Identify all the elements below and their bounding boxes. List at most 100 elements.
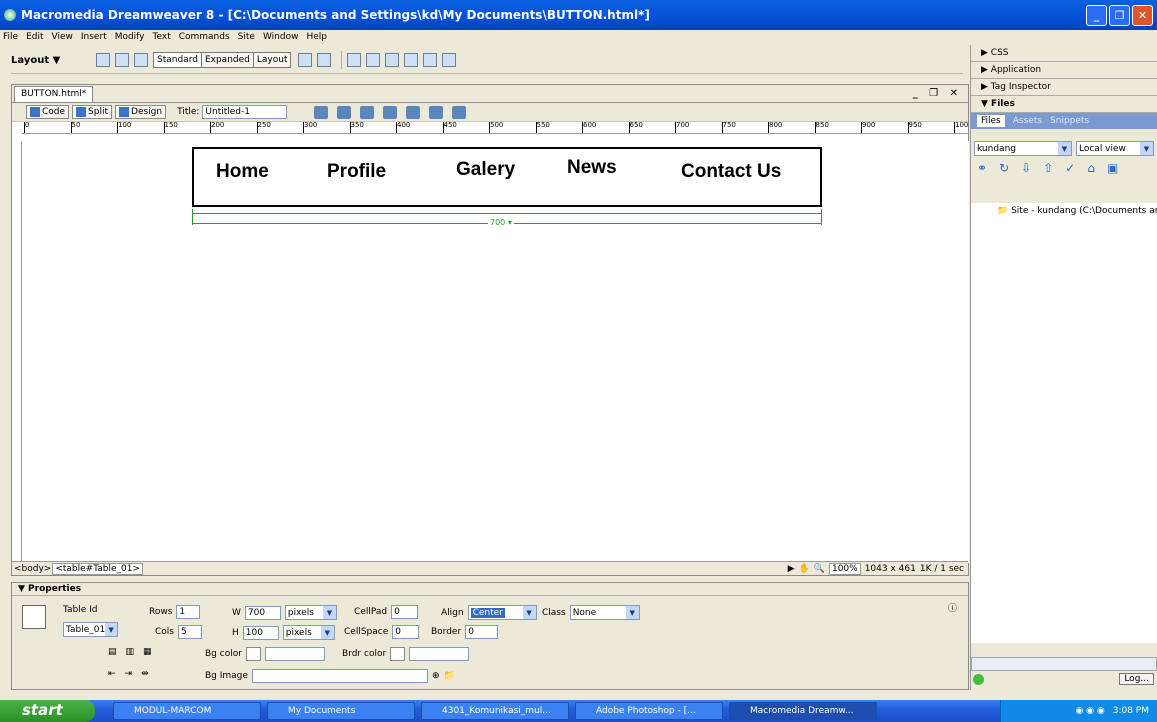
site-root-item[interactable]: 📁 Site - kundang (C:\Documents an bbox=[971, 203, 1157, 216]
nav-news[interactable]: News bbox=[567, 157, 617, 179]
file-management-icon[interactable] bbox=[337, 105, 352, 119]
cellspace-input[interactable]: 0 bbox=[392, 625, 420, 639]
menu-site[interactable]: Site bbox=[238, 32, 255, 42]
window-size[interactable]: 1043 x 461 bbox=[865, 564, 916, 574]
convert-to-percent-icon[interactable]: ⇤ bbox=[108, 669, 116, 679]
connect-icon[interactable]: ⚭ bbox=[977, 161, 987, 175]
cellpad-input[interactable]: 0 bbox=[391, 605, 419, 619]
insert-column-left-icon[interactable] bbox=[385, 53, 400, 67]
horizontal-scrollbar[interactable] bbox=[971, 657, 1157, 671]
design-canvas[interactable]: Home Profile Galery News Contact Us 700 … bbox=[23, 141, 969, 563]
layer-icon[interactable] bbox=[115, 53, 129, 67]
zoom-select[interactable]: 100% bbox=[828, 563, 861, 575]
panel-css[interactable]: ▶ CSS bbox=[971, 45, 1157, 62]
preview-browser-icon[interactable] bbox=[383, 105, 398, 119]
refresh-icon[interactable] bbox=[406, 105, 421, 119]
menu-edit[interactable]: Edit bbox=[26, 32, 43, 42]
nav-table[interactable]: Home Profile Galery News Contact Us bbox=[192, 147, 822, 207]
tab-snippets[interactable]: Snippets bbox=[1050, 116, 1089, 126]
clear-row-heights-icon[interactable]: ▤ bbox=[108, 647, 117, 657]
get-files-icon[interactable]: ⇩ bbox=[1021, 161, 1031, 175]
view-select[interactable]: Local view ▼ bbox=[1076, 141, 1154, 156]
refresh-icon[interactable]: ↻ bbox=[999, 161, 1009, 175]
menu-view[interactable]: View bbox=[52, 32, 73, 42]
title-input[interactable]: Untitled-1 bbox=[202, 105, 288, 119]
insert-row-above-icon[interactable] bbox=[347, 53, 362, 67]
insert-column-right-icon[interactable] bbox=[404, 53, 419, 67]
frames-icon[interactable] bbox=[134, 53, 148, 67]
view-options-icon[interactable] bbox=[429, 105, 444, 119]
mode-layout-button[interactable]: Layout bbox=[252, 52, 292, 68]
align-select[interactable]: Center ▼ bbox=[467, 605, 537, 620]
nav-home[interactable]: Home bbox=[216, 161, 269, 183]
clear-widths-icon[interactable]: ⇹ bbox=[141, 669, 149, 679]
mode-standard-button[interactable]: Standard bbox=[153, 52, 202, 68]
task-komunikasi[interactable]: 4301_Komunikasi_mul... bbox=[421, 702, 569, 720]
validate-icon[interactable] bbox=[314, 105, 329, 119]
task-dreamweaver[interactable]: Macromedia Dreamw... bbox=[729, 702, 877, 720]
bgcolor-swatch[interactable] bbox=[245, 647, 261, 661]
brdrcolor-swatch[interactable] bbox=[390, 647, 406, 661]
convert-to-pixels-icon[interactable]: ▦ bbox=[143, 647, 152, 657]
minimize-button[interactable]: _ bbox=[1086, 5, 1107, 26]
cols-input[interactable]: 5 bbox=[177, 625, 202, 639]
rows-input[interactable]: 1 bbox=[176, 605, 201, 619]
frames-dropdown-icon[interactable] bbox=[423, 53, 438, 67]
nav-galery[interactable]: Galery bbox=[456, 159, 515, 181]
layout-cell-icon[interactable] bbox=[317, 53, 332, 67]
tag-body[interactable]: <body> bbox=[14, 564, 51, 574]
menu-file[interactable]: File bbox=[3, 32, 18, 42]
table-id-select[interactable]: Table_01 ▼ bbox=[63, 622, 118, 637]
help-icon[interactable]: ⓘ bbox=[948, 601, 957, 614]
menu-help[interactable]: Help bbox=[306, 32, 327, 42]
bgcolor-input[interactable] bbox=[264, 647, 325, 661]
height-unit-select[interactable]: pixels ▼ bbox=[282, 625, 335, 640]
task-photoshop[interactable]: Adobe Photoshop - [... bbox=[575, 702, 723, 720]
start-button[interactable]: start bbox=[0, 700, 95, 722]
menu-modify[interactable]: Modify bbox=[115, 32, 145, 42]
log-button[interactable]: Log... bbox=[1119, 673, 1154, 685]
nav-contact-us[interactable]: Contact Us bbox=[681, 161, 781, 183]
expand-icon[interactable]: ▣ bbox=[1107, 161, 1118, 175]
document-tab[interactable]: BUTTON.html* bbox=[14, 86, 94, 102]
folder-icon[interactable]: 📁 bbox=[443, 671, 454, 681]
tab-assets[interactable]: Assets bbox=[1013, 116, 1042, 126]
menu-commands[interactable]: Commands bbox=[179, 32, 230, 42]
nav-profile[interactable]: Profile bbox=[327, 161, 386, 183]
menu-window[interactable]: Window bbox=[263, 32, 299, 42]
task-modul-marcom[interactable]: MODUL-MARCOM bbox=[113, 702, 261, 720]
table-width-label[interactable]: 700 ▾ bbox=[488, 218, 514, 227]
document-window-controls[interactable]: _ ❐ ✕ bbox=[913, 88, 962, 99]
maximize-button[interactable]: ❐ bbox=[1109, 5, 1130, 26]
width-input[interactable]: 700 bbox=[244, 605, 281, 620]
menu-text[interactable]: Text bbox=[153, 32, 171, 42]
design-view-button[interactable]: Design bbox=[115, 105, 167, 119]
mode-expanded-button[interactable]: Expanded bbox=[200, 52, 254, 68]
width-unit-select[interactable]: pixels ▼ bbox=[284, 605, 337, 620]
table-icon[interactable] bbox=[96, 53, 110, 67]
check-out-icon[interactable]: ✓ bbox=[1065, 161, 1075, 175]
menu-insert[interactable]: Insert bbox=[81, 32, 107, 42]
zoom-tool-icon[interactable]: 🔍 bbox=[814, 564, 825, 574]
put-files-icon[interactable]: ⇧ bbox=[1043, 161, 1053, 175]
bgimage-input[interactable] bbox=[251, 669, 428, 683]
layout-table-icon[interactable] bbox=[298, 53, 313, 67]
height-input[interactable]: 100 bbox=[242, 625, 279, 640]
insert-row-below-icon[interactable] bbox=[366, 53, 381, 67]
brdrcolor-input[interactable] bbox=[409, 647, 470, 661]
clear-heights-icon[interactable]: ⇥ bbox=[125, 669, 133, 679]
check-in-icon[interactable]: ⌂ bbox=[1087, 161, 1095, 175]
point-to-file-icon[interactable]: ⊕ bbox=[432, 671, 440, 681]
tag-table[interactable]: <table#Table_01> bbox=[52, 562, 143, 575]
panel-tag-inspector[interactable]: ▶ Tag Inspector bbox=[971, 79, 1157, 96]
tab-files[interactable]: Files bbox=[977, 115, 1005, 127]
hand-tool-icon[interactable]: ✋ bbox=[799, 564, 810, 574]
tray-icons[interactable]: ◉ ◉ ◉ bbox=[1075, 706, 1104, 716]
clear-column-widths-icon[interactable]: ▥ bbox=[126, 647, 135, 657]
split-view-button[interactable]: Split bbox=[72, 105, 113, 119]
site-select[interactable]: kundang ▼ bbox=[974, 141, 1072, 156]
select-tool-icon[interactable]: ▶ bbox=[788, 564, 795, 574]
class-select[interactable]: None ▼ bbox=[569, 605, 640, 620]
tabular-data-icon[interactable] bbox=[442, 53, 457, 67]
panel-application[interactable]: ▶ Application bbox=[971, 62, 1157, 79]
